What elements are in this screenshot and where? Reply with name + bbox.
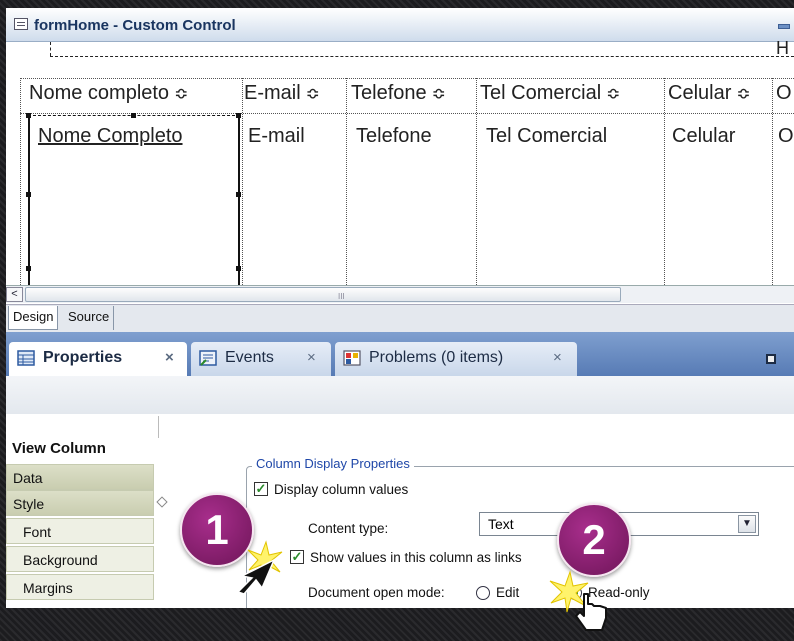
content-type-label: Content type: xyxy=(308,521,389,536)
properties-panel: View Column Data Style Font Background M… xyxy=(6,376,794,608)
tab-events[interactable]: Events × xyxy=(191,342,331,376)
pointer-hand-icon xyxy=(575,593,607,631)
display-values-label: Display column values xyxy=(274,482,409,497)
sidebar-title[interactable]: View Column xyxy=(6,436,154,462)
tab-source[interactable]: Source xyxy=(64,306,115,330)
horizontal-scrollbar[interactable]: < III xyxy=(6,285,794,303)
sidebar-item-style[interactable]: Style xyxy=(6,490,154,516)
designer-window: formHome - Custom Control H Nome complet… xyxy=(6,8,794,608)
sort-icon[interactable]: ≎ xyxy=(606,84,620,103)
header-top-border xyxy=(20,78,794,79)
custom-control-icon xyxy=(14,18,28,30)
content-type-value: Text xyxy=(488,516,514,532)
cell-tel-comercial[interactable]: Tel Comercial xyxy=(486,125,607,148)
callout-badge-2: 2 xyxy=(557,503,631,577)
close-icon[interactable]: × xyxy=(307,342,316,374)
title-bar: formHome - Custom Control xyxy=(6,8,794,42)
col-divider-3 xyxy=(476,78,477,285)
cell-celular[interactable]: Celular xyxy=(672,125,735,148)
close-icon[interactable]: × xyxy=(553,342,562,374)
column-header-label: Celular xyxy=(668,82,732,104)
resize-handle[interactable] xyxy=(131,113,136,118)
cell-email[interactable]: E-mail xyxy=(248,125,305,148)
events-icon xyxy=(199,350,217,366)
cell-nome-completo-link[interactable]: Nome Completo xyxy=(38,125,183,148)
column-header-telefone[interactable]: Telefone ≎ xyxy=(351,82,446,105)
sort-icon[interactable]: ≎ xyxy=(174,84,188,103)
panel-border-top xyxy=(50,56,794,57)
selection-left xyxy=(28,115,30,285)
screenshot-stage: formHome - Custom Control H Nome complet… xyxy=(0,0,794,641)
show-links-label: Show values in this column as links xyxy=(310,550,522,565)
col-divider-4 xyxy=(664,78,665,285)
sidebar-item-background[interactable]: Background xyxy=(6,546,154,572)
resize-handle[interactable] xyxy=(26,192,31,197)
cell-overflow[interactable]: O xyxy=(778,125,794,148)
col-divider-1 xyxy=(242,78,243,285)
tab-properties-label: Properties xyxy=(43,349,123,366)
panel-toolbar-strip xyxy=(6,376,794,414)
design-canvas[interactable]: H Nome completo ≎ E-mail ≎ Telefone ≎ Tel C… xyxy=(6,38,794,285)
resize-handle[interactable] xyxy=(236,192,241,197)
window-title: formHome - Custom Control xyxy=(34,17,236,34)
panel-border-left xyxy=(50,42,51,56)
column-header-email[interactable]: E-mail ≎ xyxy=(244,82,320,105)
column-header-label: E-mail xyxy=(244,82,301,104)
cursor-arrow-icon xyxy=(236,558,276,595)
resize-handle[interactable] xyxy=(236,113,241,118)
sort-icon[interactable]: ≎ xyxy=(432,84,446,103)
resize-handle[interactable] xyxy=(236,266,241,271)
open-mode-edit-label: Edit xyxy=(496,585,520,600)
editor-tab-strip: Design Source xyxy=(6,304,794,332)
column-header-nome[interactable]: Nome completo ≎ xyxy=(29,82,188,105)
column-header-celular[interactable]: Celular ≎ xyxy=(668,82,751,105)
tab-design[interactable]: Design xyxy=(8,306,59,330)
collapse-diamond-icon[interactable] xyxy=(156,496,168,508)
column-header-overflow[interactable]: O xyxy=(776,82,792,105)
close-icon[interactable]: × xyxy=(165,342,174,374)
display-values-checkbox[interactable]: ✓ xyxy=(254,482,268,496)
column-header-label: Tel Comercial xyxy=(480,82,602,104)
sidebar-item-data[interactable]: Data xyxy=(6,464,154,490)
show-links-checkbox[interactable]: ✓ xyxy=(290,550,304,564)
sort-icon[interactable]: ≎ xyxy=(306,84,320,103)
view-menu-icon[interactable] xyxy=(766,354,776,364)
tab-problems[interactable]: Problems (0 items) × xyxy=(335,342,577,376)
minimize-icon[interactable] xyxy=(778,24,790,29)
properties-icon xyxy=(17,350,35,366)
sort-icon[interactable]: ≎ xyxy=(736,84,750,103)
sidebar-item-font[interactable]: Font xyxy=(6,518,154,544)
chevron-down-icon[interactable]: ▼ xyxy=(738,515,756,533)
column-header-label: Nome completo xyxy=(29,82,170,104)
col-divider-5 xyxy=(772,78,773,285)
selection-right xyxy=(238,115,240,285)
problems-icon xyxy=(343,350,361,366)
header-bottom-border xyxy=(20,113,794,114)
column-header-label: Telefone xyxy=(351,82,427,104)
resize-handle[interactable] xyxy=(26,113,31,118)
group-legend: Column Display Properties xyxy=(252,456,414,471)
open-mode-label: Document open mode: xyxy=(308,585,445,600)
tab-events-label: Events xyxy=(225,349,274,366)
tab-properties[interactable]: Properties × xyxy=(9,342,187,376)
sidebar-divider xyxy=(158,416,159,438)
scroll-thumb[interactable]: III xyxy=(25,287,621,302)
cell-telefone[interactable]: Telefone xyxy=(356,125,432,148)
open-mode-edit-radio[interactable] xyxy=(476,586,490,600)
sidebar-item-margins[interactable]: Margins xyxy=(6,574,154,600)
col-divider-0 xyxy=(20,78,21,285)
tab-problems-label: Problems (0 items) xyxy=(369,349,504,366)
panel-overflow-label: H xyxy=(776,38,789,58)
column-header-tel-comercial[interactable]: Tel Comercial ≎ xyxy=(480,82,620,105)
panel-tab-bar: Properties × Events × Problems (0 items)… xyxy=(6,332,794,376)
scroll-left-icon[interactable]: < xyxy=(6,287,23,302)
col-divider-2 xyxy=(346,78,347,285)
resize-handle[interactable] xyxy=(26,266,31,271)
scroll-grip: III xyxy=(338,292,345,301)
